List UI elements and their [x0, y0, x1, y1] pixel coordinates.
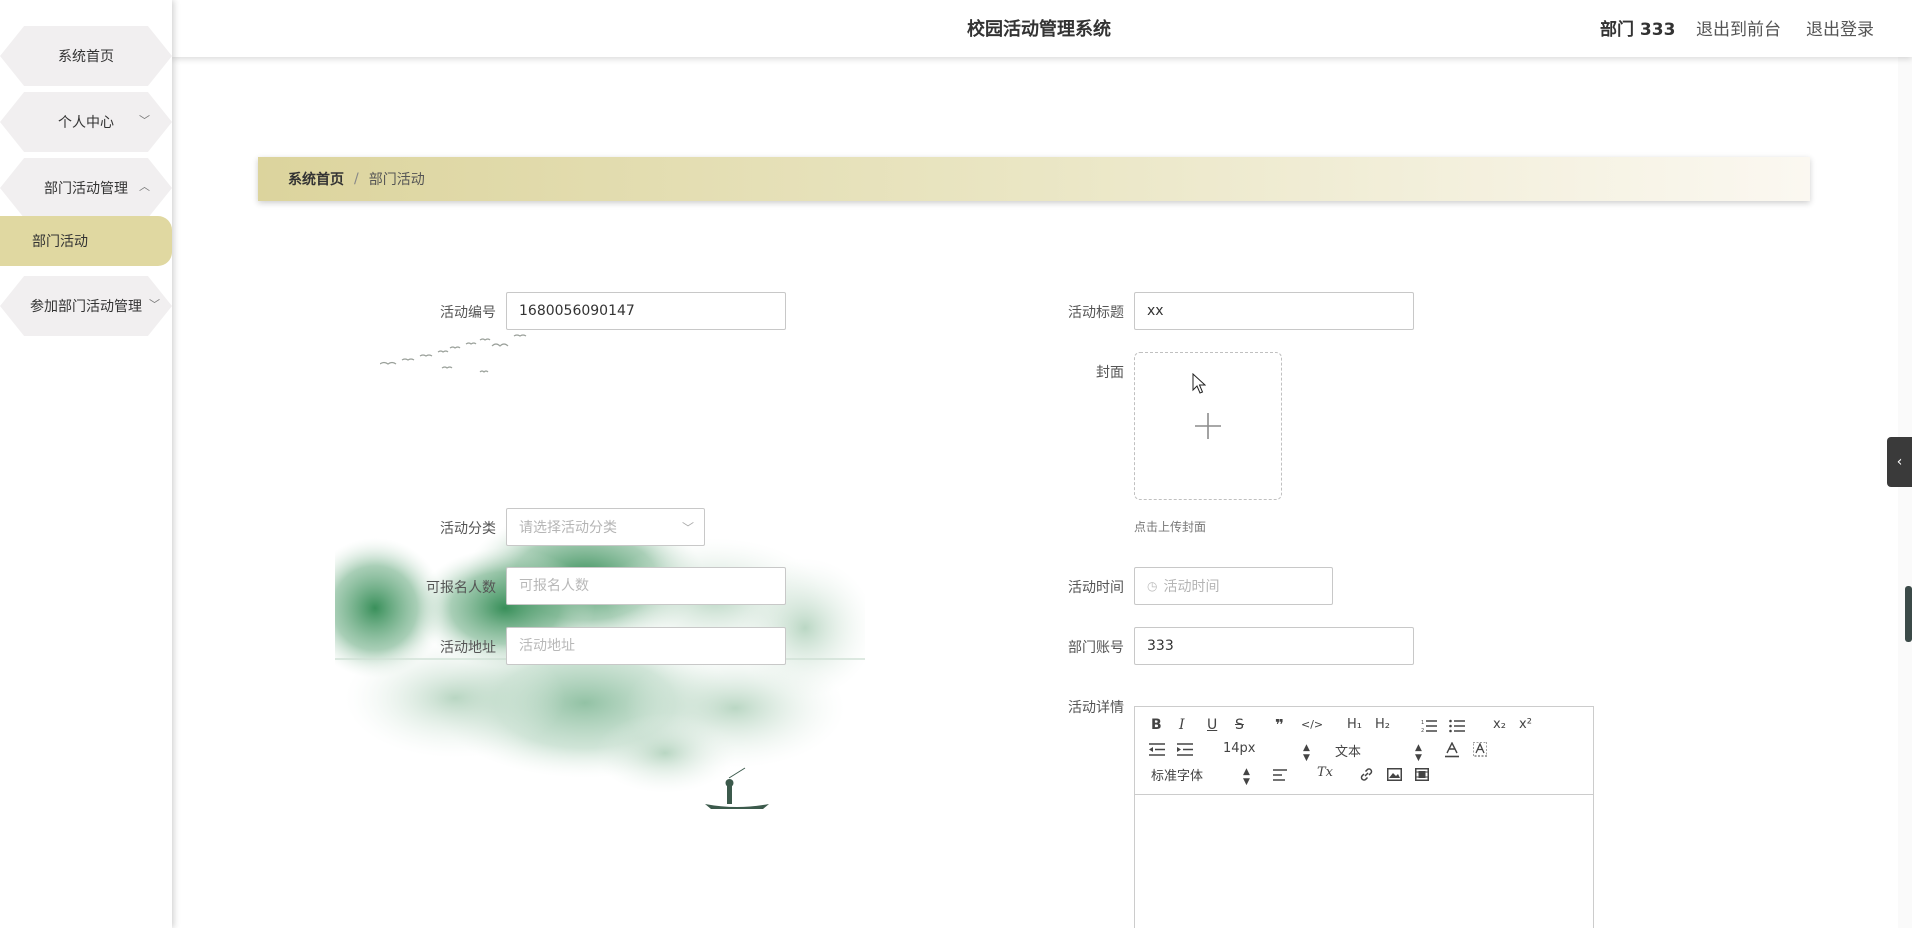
video-icon[interactable]	[1415, 768, 1429, 781]
superscript-button[interactable]: x²	[1519, 717, 1532, 732]
sidebar-item-home[interactable]: 系统首页	[0, 26, 172, 86]
scrollbar-thumb[interactable]	[1905, 586, 1912, 642]
bullet-list-icon[interactable]	[1449, 719, 1465, 733]
font-family-value: 标准字体	[1151, 769, 1204, 784]
heading-value: 文本	[1335, 745, 1362, 760]
align-left-icon[interactable]	[1273, 769, 1287, 781]
bold-button[interactable]: B	[1151, 717, 1162, 733]
activity-title-label: 活动标题	[1068, 305, 1124, 321]
h1-button[interactable]: H₁	[1347, 717, 1362, 732]
updown-icon: ▲ ▼	[1243, 767, 1250, 787]
subscript-button[interactable]: x₂	[1493, 717, 1506, 732]
chevron-left-icon: ‹	[1896, 454, 1903, 470]
app-title: 校园活动管理系统	[967, 19, 1111, 40]
breadcrumb-separator: /	[354, 171, 359, 187]
capacity-label: 可报名人数	[426, 580, 496, 596]
editor-content-area[interactable]	[1135, 795, 1593, 928]
cover-upload-box[interactable]	[1134, 352, 1282, 500]
capacity-input[interactable]	[506, 567, 786, 605]
font-family-select[interactable]: 标准字体 ▲ ▼	[1151, 765, 1261, 787]
address-label: 活动地址	[440, 640, 496, 656]
quote-button[interactable]: ❞	[1275, 716, 1284, 734]
panel-toggle-button[interactable]: ‹	[1887, 437, 1912, 487]
sidebar: 系统首页 个人中心 ﹀ 部门活动管理 ︿ 部门活动 参加部门活动管理 ﹀	[0, 0, 172, 928]
font-size-value: 14px	[1223, 741, 1256, 756]
editor-toolbar: B I U S ❞ </> H₁ H₂ 1 2 x₂ x² 14px ▲ ▼ 文…	[1135, 707, 1593, 795]
svg-text:1: 1	[1421, 720, 1424, 726]
current-user: 部门 333	[1600, 20, 1676, 40]
activity-title-field[interactable]: xx	[1134, 292, 1414, 330]
category-label: 活动分类	[440, 521, 496, 537]
italic-button[interactable]: I	[1179, 717, 1185, 733]
sidebar-item-join-activity-mgmt[interactable]: 参加部门活动管理 ﹀	[0, 276, 172, 336]
h2-button[interactable]: H₂	[1375, 717, 1390, 732]
details-editor: B I U S ❞ </> H₁ H₂ 1 2 x₂ x² 14px ▲ ▼ 文…	[1134, 706, 1594, 928]
sidebar-item-label: 部门活动	[32, 234, 88, 250]
birds-decoration	[380, 334, 527, 373]
sidebar-item-label: 个人中心	[58, 115, 114, 131]
top-header: 校园活动管理系统 部门 333 退出到前台 退出登录	[172, 0, 1912, 57]
logout-link[interactable]: 退出登录	[1806, 15, 1874, 40]
svg-text:2: 2	[1421, 728, 1424, 733]
link-icon[interactable]	[1359, 767, 1374, 782]
address-input[interactable]	[506, 627, 786, 665]
heading-select[interactable]: 文本 ▲ ▼	[1335, 741, 1425, 763]
code-button[interactable]: </>	[1301, 718, 1323, 731]
activity-time-placeholder: 活动时间	[1163, 579, 1220, 595]
image-icon[interactable]	[1387, 768, 1402, 781]
dept-account-field[interactable]: 333	[1134, 627, 1414, 665]
sidebar-item-personal-center[interactable]: 个人中心 ﹀	[0, 92, 172, 152]
ordered-list-icon[interactable]: 1 2	[1421, 719, 1437, 733]
updown-icon: ▲ ▼	[1415, 743, 1422, 763]
chevron-up-icon: ︿	[139, 180, 150, 193]
outdent-icon[interactable]	[1149, 743, 1165, 756]
sidebar-item-label: 参加部门活动管理	[30, 299, 142, 315]
plus-icon	[1195, 413, 1221, 439]
sidebar-subitem-dept-activity[interactable]: 部门活动	[0, 216, 172, 266]
dept-account-label: 部门账号	[1068, 640, 1124, 656]
sidebar-item-label: 部门活动管理	[44, 181, 128, 197]
activity-time-label: 活动时间	[1068, 580, 1124, 596]
updown-icon: ▲ ▼	[1303, 743, 1310, 763]
category-placeholder: 请选择活动分类	[519, 520, 617, 536]
mouse-cursor-icon	[1192, 373, 1206, 394]
font-color-icon[interactable]	[1445, 742, 1459, 758]
cover-upload-tip: 点击上传封面	[1134, 520, 1207, 534]
underline-button[interactable]: U	[1207, 717, 1217, 733]
chevron-down-icon: ﹀	[681, 521, 694, 535]
background-color-icon[interactable]	[1473, 742, 1487, 758]
clock-icon: ◷	[1147, 579, 1158, 593]
exit-to-front-link[interactable]: 退出到前台	[1696, 15, 1781, 40]
clear-format-button[interactable]: Tx	[1317, 765, 1333, 780]
sidebar-item-dept-activity-mgmt[interactable]: 部门活动管理 ︿	[0, 158, 172, 218]
breadcrumb-home[interactable]: 系统首页	[288, 169, 344, 189]
breadcrumb: 系统首页 / 部门活动	[258, 157, 1810, 201]
category-select[interactable]: 请选择活动分类 ﹀	[506, 508, 705, 546]
sidebar-item-label: 系统首页	[58, 49, 114, 65]
font-size-select[interactable]: 14px ▲ ▼	[1223, 741, 1313, 763]
indent-icon[interactable]	[1177, 743, 1193, 756]
breadcrumb-current: 部门活动	[368, 172, 425, 188]
strike-button[interactable]: S	[1235, 717, 1244, 733]
cover-label: 封面	[1096, 365, 1124, 381]
activity-time-picker[interactable]: ◷ 活动时间	[1134, 567, 1333, 605]
activity-no-field[interactable]: 1680056090147	[506, 292, 786, 330]
chevron-down-icon: ﹀	[139, 114, 150, 127]
chevron-down-icon: ﹀	[149, 298, 160, 311]
details-label: 活动详情	[1068, 700, 1124, 716]
activity-no-label: 活动编号	[440, 305, 496, 321]
